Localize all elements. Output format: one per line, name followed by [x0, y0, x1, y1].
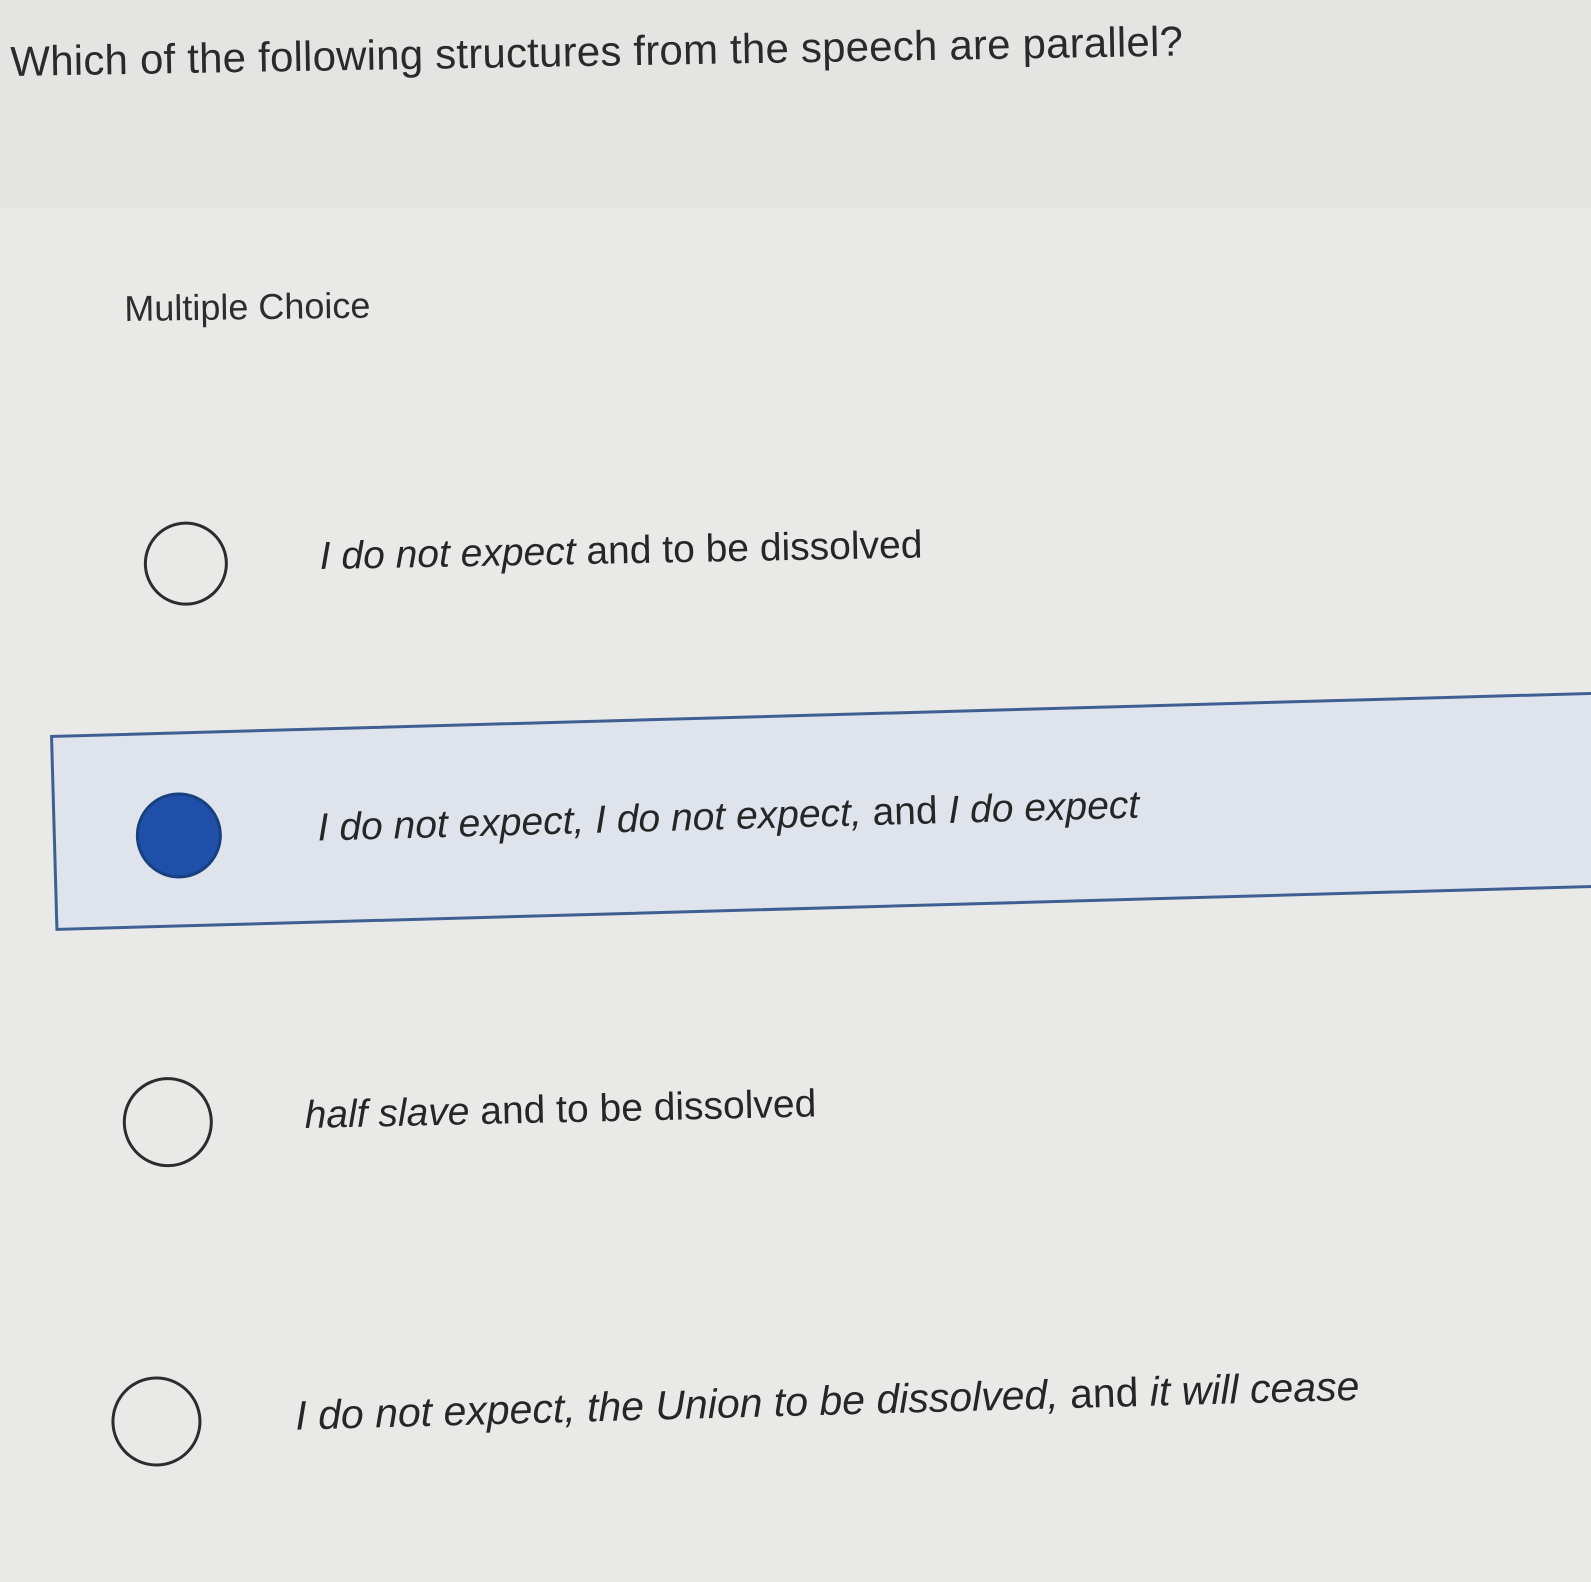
radio-button-unselected[interactable] — [110, 1375, 203, 1468]
answer-option-4[interactable]: I do not expect, the Union to be dissolv… — [30, 1256, 1591, 1539]
answer-option-text: I do not expect and to be dissolved — [319, 523, 922, 579]
radio-button-unselected[interactable] — [121, 1076, 214, 1169]
radio-button-selected[interactable] — [134, 791, 224, 880]
answer-option-plain: and to be dissolved — [468, 1082, 817, 1134]
answer-option-plain: and to be dissolved — [575, 523, 923, 574]
answer-option-text: I do not expect, the Union to be dissolv… — [295, 1363, 1360, 1440]
answer-option-italic-end: I do expect — [947, 783, 1140, 832]
question-type-label: Multiple Choice — [124, 284, 371, 329]
answer-option-3[interactable]: half slave and to be dissolved — [40, 965, 1591, 1230]
answer-option-italic: I do not expect, the Union to be dissolv… — [294, 1371, 1060, 1439]
answer-option-italic: I do not expect, I do not expect, — [317, 791, 863, 850]
answer-option-text: I do not expect, I do not expect, and I … — [317, 784, 1140, 851]
answer-option-italic-end: it will cease — [1149, 1362, 1360, 1415]
answer-option-plain: and — [861, 788, 950, 835]
answer-option-text: half slave and to be dissolved — [304, 1082, 817, 1138]
answer-option-italic: half slave — [304, 1090, 470, 1138]
answer-option-italic: I do not expect — [319, 530, 576, 579]
radio-button-unselected[interactable] — [143, 520, 229, 607]
answer-option-plain: and — [1057, 1368, 1151, 1418]
answer-option-1[interactable]: I do not expect and to be dissolved — [60, 439, 1591, 664]
question-text: Which of the following structures from t… — [10, 17, 1184, 85]
